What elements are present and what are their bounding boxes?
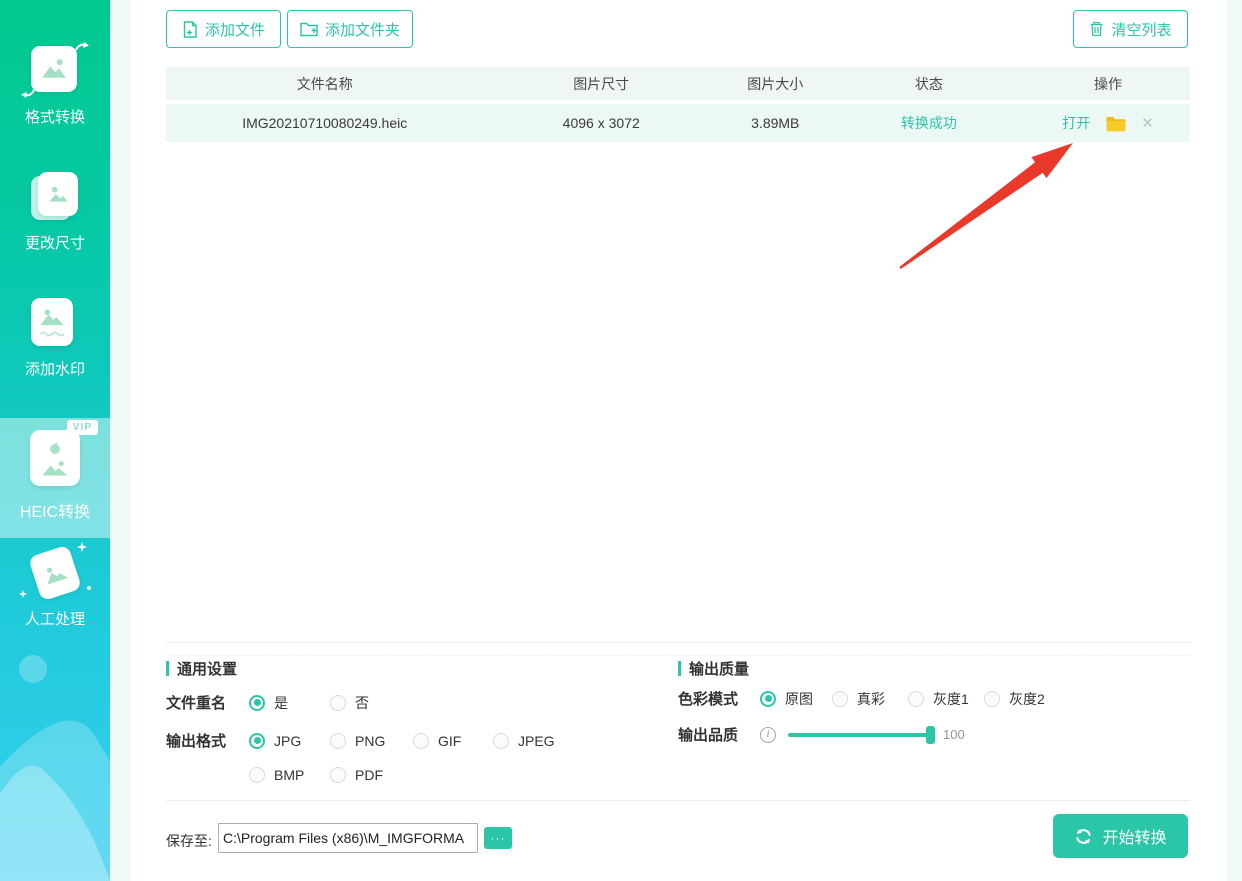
table-row: IMG20210710080249.heic 4096 x 3072 3.89M…: [166, 104, 1190, 142]
heic-converter-app: 格式转换 更改尺寸 添加水印 VIP HEIC转换 人工处理 添加文件 添加文件…: [0, 0, 1242, 881]
watermark-icon: [31, 298, 79, 346]
status-badge: 转换成功: [900, 115, 957, 131]
radio-circle: [249, 767, 265, 783]
color-mode-label: 色彩模式: [678, 691, 739, 708]
radio-circle: [493, 732, 509, 749]
sidebar-decoration-mountains: [0, 655, 110, 881]
resize-icon: [31, 172, 79, 220]
column-header-size: 图片大小: [747, 75, 804, 92]
footer-divider: [166, 800, 1190, 801]
general-settings-title: 通用设置: [166, 658, 237, 679]
sidebar: 格式转换 更改尺寸 添加水印 VIP HEIC转换 人工处理: [0, 0, 110, 881]
radio-format-pdf[interactable]: PDF: [330, 767, 383, 783]
radio-circle: [249, 732, 265, 749]
column-header-name: 文件名称: [296, 75, 353, 92]
file-size: 3.89MB: [751, 115, 800, 131]
radio-circle: [413, 732, 429, 749]
radio-color-original[interactable]: 原图: [760, 689, 832, 709]
radio-circle: [908, 690, 924, 707]
quality-slider-row: 输出品质 i 100: [678, 724, 965, 745]
manual-process-icon: [19, 542, 91, 602]
sidebar-item-heic-convert[interactable]: VIP HEIC转换: [0, 418, 110, 538]
quality-label: 输出品质: [678, 727, 739, 744]
radio-format-jpg[interactable]: JPG: [249, 732, 330, 749]
output-format-row: 输出格式 JPG PNG GIF JPEG: [166, 730, 555, 751]
table-header: 文件名称 图片尺寸 图片大小 状态 操作: [166, 67, 1190, 100]
column-header-status: 状态: [914, 75, 943, 92]
radio-format-png[interactable]: PNG: [330, 732, 413, 749]
open-folder-icon[interactable]: [1105, 115, 1126, 132]
settings-divider-dashed: [166, 655, 1190, 656]
add-folder-button[interactable]: 添加文件夹: [287, 10, 413, 48]
radio-color-truecolor[interactable]: 真彩: [832, 689, 908, 709]
info-icon: i: [760, 726, 776, 743]
sidebar-item-resize[interactable]: 更改尺寸: [0, 172, 110, 284]
radio-rename-yes[interactable]: 是: [249, 693, 330, 713]
sidebar-item-manual-process[interactable]: 人工处理: [0, 542, 110, 660]
file-rename-label: 文件重名: [166, 695, 227, 712]
file-dimensions: 4096 x 3072: [562, 115, 640, 131]
output-format-row-2: BMP PDF: [166, 767, 383, 783]
radio-color-gray1[interactable]: 灰度1: [908, 689, 984, 709]
quality-value: 100: [943, 727, 965, 742]
color-mode-row: 色彩模式 原图 真彩 灰度1 灰度2: [678, 688, 1045, 709]
radio-circle: [984, 690, 1000, 707]
slider-handle[interactable]: [926, 725, 935, 744]
radio-circle: [330, 767, 346, 783]
remove-row-icon[interactable]: ✕: [1141, 116, 1154, 131]
trash-icon: [1090, 21, 1103, 37]
save-to-label: 保存至:: [166, 833, 212, 849]
save-path-input[interactable]: [218, 823, 478, 853]
browse-button[interactable]: ···: [484, 827, 512, 849]
radio-circle: [330, 732, 346, 749]
start-convert-button[interactable]: 开始转换: [1053, 814, 1188, 858]
sidebar-item-label: 更改尺寸: [24, 235, 85, 252]
add-file-button[interactable]: 添加文件: [166, 10, 281, 48]
radio-format-bmp[interactable]: BMP: [249, 767, 330, 783]
left-gutter: [110, 0, 130, 881]
vip-badge: VIP: [66, 420, 98, 439]
sidebar-item-label: 人工处理: [24, 611, 85, 628]
radio-circle: [330, 694, 346, 711]
open-file-link[interactable]: 打开: [1062, 113, 1090, 133]
column-header-operation: 操作: [1094, 75, 1123, 92]
sidebar-item-watermark[interactable]: 添加水印: [0, 298, 110, 410]
sidebar-item-label: 格式转换: [24, 109, 85, 126]
radio-color-gray2[interactable]: 灰度2: [984, 689, 1045, 709]
radio-format-jpeg[interactable]: JPEG: [493, 732, 555, 749]
folder-plus-icon: [300, 22, 318, 36]
sidebar-item-label: HEIC转换: [19, 504, 91, 521]
file-rename-row: 文件重名 是 否: [166, 692, 369, 713]
file-plus-icon: [183, 20, 197, 38]
sidebar-item-label: 添加水印: [24, 361, 85, 378]
radio-circle: [249, 694, 265, 711]
refresh-icon: [1076, 828, 1092, 844]
clear-list-button[interactable]: 清空列表: [1073, 10, 1188, 48]
format-convert-icon: [21, 42, 89, 98]
right-gutter: [1227, 0, 1242, 881]
radio-format-gif[interactable]: GIF: [413, 732, 493, 749]
operation-cell: 打开 ✕: [1026, 113, 1190, 133]
radio-circle: [760, 690, 776, 707]
sidebar-item-format-convert[interactable]: 格式转换: [0, 42, 110, 158]
file-name: IMG20210710080249.heic: [242, 115, 408, 131]
output-format-label: 输出格式: [166, 733, 227, 750]
column-header-dimensions: 图片尺寸: [573, 75, 630, 92]
annotation-arrow: [899, 143, 1073, 269]
radio-circle: [832, 690, 848, 707]
heic-convert-icon: VIP: [30, 420, 98, 486]
output-quality-title: 输出质量: [678, 658, 749, 679]
radio-rename-no[interactable]: 否: [330, 693, 369, 713]
quality-slider[interactable]: [788, 725, 935, 744]
settings-divider: [166, 642, 1190, 643]
